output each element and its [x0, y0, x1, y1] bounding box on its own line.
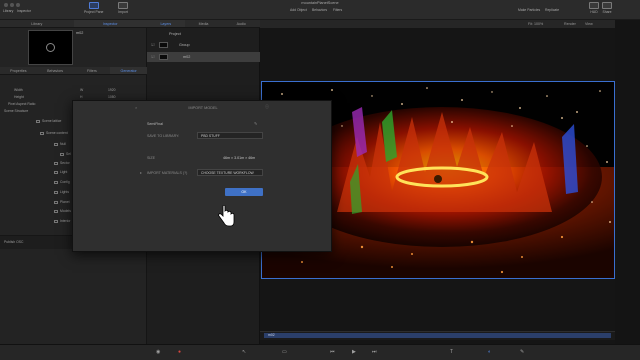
toolbar: Library Inspector Project Pane Import mo…	[0, 0, 640, 20]
size-value: 46m × 3.01m × 46m	[223, 156, 256, 160]
texture-workflow-select[interactable]: CHOOSE TEXTURE WORKFLOW	[197, 169, 263, 176]
timeline-clip[interactable]: m02	[264, 333, 611, 338]
import-button[interactable]: Import	[118, 2, 128, 14]
layer-icon	[54, 142, 58, 146]
hand-cursor-icon	[218, 205, 235, 227]
mask-tool-icon[interactable]: ◐	[488, 349, 491, 355]
light-icon	[54, 170, 58, 174]
tree-item[interactable]: Null	[54, 142, 66, 146]
timeline-bar[interactable]: m02	[260, 331, 615, 340]
tab-inspector[interactable]: Inspector	[73, 20, 147, 27]
hud-icon	[589, 2, 599, 9]
share-button[interactable]: Share	[602, 2, 612, 14]
import-model-dialog: × ⓘ IMPORT MODEL SemiFinal ✎ SAVE TO LIB…	[72, 100, 332, 252]
tree-item[interactable]: Scene content	[40, 131, 68, 135]
close-icon[interactable]	[4, 3, 8, 7]
tree-item[interactable]: Light	[54, 170, 67, 174]
import-materials-label: IMPORT MATERIALS (?)	[147, 171, 188, 175]
project-pane-button[interactable]: Project Pane	[84, 2, 103, 14]
behaviors-button[interactable]: Behaviors	[312, 8, 327, 12]
project-pane-icon	[88, 2, 99, 9]
go-end-icon[interactable]: ⏭	[372, 349, 377, 355]
filters-button[interactable]: Filters	[333, 8, 342, 12]
save-to-library-select[interactable]: PBD STUFF	[197, 132, 263, 139]
inspector-button[interactable]: Inspector	[17, 9, 31, 13]
canvas-toolbar: Fit: 100% Render View	[260, 20, 615, 29]
checkbox-icon[interactable]: ☑	[151, 40, 154, 50]
go-start-icon[interactable]: ⏮	[330, 349, 335, 355]
play-icon[interactable]: ▶	[352, 349, 356, 355]
layers-tabs: Layers Media Audio	[147, 20, 260, 28]
shape-tool-icon[interactable]: ▭	[282, 349, 287, 355]
share-icon	[602, 2, 612, 9]
light-icon	[54, 190, 58, 194]
select-tool-icon[interactable]: ↖	[242, 349, 246, 355]
import-icon	[118, 2, 128, 9]
tab-media[interactable]: Media	[185, 20, 223, 27]
pen-tool-icon[interactable]: ✎	[520, 349, 524, 355]
library-button[interactable]: Library	[3, 9, 13, 13]
replicate-button[interactable]: Replicate	[545, 8, 559, 12]
model-icon	[54, 209, 58, 213]
right-strip	[615, 20, 640, 344]
object-preview	[28, 30, 73, 65]
scene-structure-header: Scene Structure	[4, 109, 29, 113]
minimize-icon[interactable]	[10, 3, 14, 7]
tree-item[interactable]: Lights	[54, 190, 69, 194]
prop-width[interactable]: Width W 1920	[0, 87, 147, 93]
dialog-title: IMPORT MODEL	[188, 106, 218, 110]
layer-thumbnail	[159, 42, 168, 48]
publish-osc-label[interactable]: Publish OSC	[4, 240, 23, 244]
tree-item[interactable]: Sector	[54, 161, 70, 165]
render-menu[interactable]: Render	[564, 22, 576, 26]
size-label: SIZE	[147, 156, 155, 160]
inspector-tabs: Properties Behaviors Filters Generator	[0, 67, 147, 75]
filename-field[interactable]: SemiFinal	[147, 122, 163, 126]
edit-icon[interactable]: ✎	[254, 121, 257, 126]
view-menu[interactable]: View	[585, 22, 593, 26]
zoom-level[interactable]: Fit: 100%	[528, 22, 543, 26]
layer-icon	[36, 119, 40, 123]
checkbox-icon[interactable]: ☑	[151, 52, 154, 62]
layer-icon	[54, 180, 58, 184]
add-object-button[interactable]: Add Object	[290, 8, 307, 12]
tab-properties[interactable]: Properties	[0, 67, 37, 74]
model-icon	[54, 219, 58, 223]
layer-row-group[interactable]: ☑ Group	[147, 40, 260, 50]
tab-filters[interactable]: Filters	[74, 67, 111, 74]
tree-item[interactable]: Models	[54, 209, 71, 213]
record-icon[interactable]: ◉	[156, 349, 160, 355]
layer-row-m02[interactable]: ☑ m02	[147, 52, 260, 62]
tab-generator[interactable]: Generator	[110, 67, 147, 74]
layer-thumbnail	[159, 54, 168, 60]
tab-layers[interactable]: Layers	[147, 20, 185, 27]
tree-item[interactable]: Planet	[54, 200, 70, 204]
tab-library[interactable]: Library	[0, 20, 74, 27]
layer-icon	[54, 161, 58, 165]
tab-behaviors[interactable]: Behaviors	[37, 67, 74, 74]
layer-icon	[60, 152, 64, 156]
save-to-library-label: SAVE TO LIBRARY:	[147, 134, 180, 138]
library-inspector-tabs: Library Inspector	[0, 20, 147, 28]
object-name: m02	[76, 31, 84, 35]
record-button-icon[interactable]: ●	[178, 349, 181, 355]
tab-audio[interactable]: Audio	[222, 20, 260, 27]
layer-icon	[54, 200, 58, 204]
layer-row-project[interactable]: Project	[147, 29, 260, 39]
tree-item[interactable]: Config	[54, 180, 70, 184]
tree-item[interactable]: Interior	[54, 219, 71, 223]
ok-button[interactable]: OK	[225, 188, 263, 196]
tree-item[interactable]: Scene lattice	[36, 119, 61, 123]
zoom-icon[interactable]	[16, 3, 20, 7]
tree-item[interactable]: Sel	[60, 152, 71, 156]
layer-icon	[40, 131, 44, 135]
disclosure-icon[interactable]: ▸	[140, 170, 142, 175]
hud-button[interactable]: HUD	[589, 2, 599, 14]
transport-bar: ◉ ● ⏮ ▶ ⏭ ↖ ▭ T ◐ ✎	[0, 344, 640, 360]
object-preview-icon	[46, 43, 55, 52]
text-tool-icon[interactable]: T	[450, 349, 453, 355]
window-title: mountainPlanetScene	[301, 1, 339, 5]
make-particles-button[interactable]: Make Particles	[518, 8, 540, 12]
window-controls	[4, 3, 20, 7]
